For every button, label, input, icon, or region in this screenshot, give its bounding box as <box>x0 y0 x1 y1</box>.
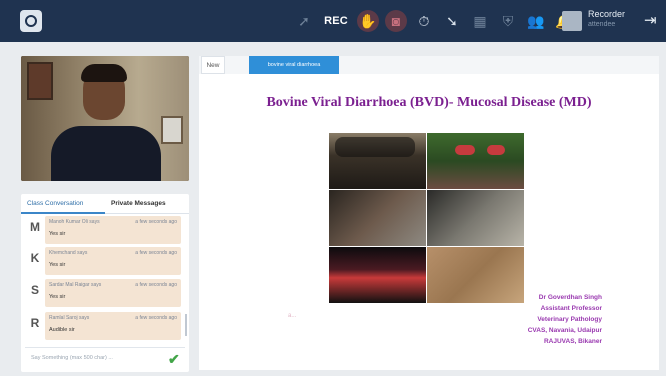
sender-initial: M <box>30 220 40 234</box>
message-time: a few seconds ago <box>135 315 177 321</box>
hand-icon[interactable]: ✋ <box>357 10 379 32</box>
slide-photo <box>329 190 426 246</box>
sender-name: Khemchand says <box>49 250 88 256</box>
credit-line: RAJUVAS, Bikaner <box>543 338 602 345</box>
grid-icon[interactable]: ▦ <box>469 10 491 32</box>
exit-icon[interactable]: ⇥ <box>644 12 660 30</box>
chat-scrollbar[interactable] <box>185 314 187 336</box>
chat-input-placeholder: Say Something (max 500 char) ... <box>31 355 113 361</box>
presenter-hair <box>81 64 127 82</box>
sender-initial: S <box>30 283 39 297</box>
sender-initial: K <box>30 251 40 265</box>
message-text: Yes sir <box>49 231 66 237</box>
chat-message: R Ramlal Saroj says a few seconds ago Au… <box>25 312 183 342</box>
shield-icon[interactable]: ⛨ <box>497 10 519 32</box>
credit-line: Assistant Professor <box>540 305 602 312</box>
video-wall-frame <box>27 62 53 100</box>
slide-photo <box>329 247 426 303</box>
presentation-tabs: New bovine viral diarrhoea <box>199 56 659 74</box>
message-bubble: Sardar Mal Raigar says a few seconds ago… <box>45 279 181 307</box>
message-text: Audible sir <box>49 327 75 333</box>
presentation-slide: Bovine Viral Diarrhoea (BVD)- Mucosal Di… <box>199 74 659 370</box>
presenter-body <box>51 126 161 181</box>
chat-message: S Sardar Mal Raigar says a few seconds a… <box>25 279 183 309</box>
tab-bovine-viral-diarrhoea[interactable]: bovine viral diarrhoea <box>249 56 339 74</box>
tab-new[interactable]: New <box>201 56 225 74</box>
photo-detail <box>335 137 415 157</box>
session-toolbar: ➚ REC ✋ ◙ ⏱ ➘ ▦ ⛨ 👥 🔔 <box>293 9 581 33</box>
laser-pointer-mark: a... <box>288 313 297 319</box>
send-check-icon[interactable]: ✔ <box>168 352 182 366</box>
chat-input[interactable]: Say Something (max 500 char) ... ✔ <box>25 347 185 369</box>
active-tab-indicator <box>21 212 105 214</box>
slide-photo <box>329 133 426 189</box>
credit-line: Veterinary Pathology <box>537 316 602 323</box>
chat-tabs: Class Conversation Private Messages <box>21 194 189 214</box>
credit-line: CVAS, Navania, Udaipur <box>527 327 602 334</box>
photo-lesion <box>487 145 505 155</box>
slide-photo <box>427 133 524 189</box>
credit-line: Dr Goverdhan Singh <box>538 294 602 301</box>
arrow-icon[interactable]: ➚ <box>293 10 315 32</box>
video-wall-frame <box>161 116 183 144</box>
message-text: Yes sir <box>49 294 66 300</box>
message-bubble: Manoh Kumar Oli says a few seconds ago Y… <box>45 216 181 244</box>
tab-class-conversation[interactable]: Class Conversation <box>27 200 83 207</box>
message-bubble: Ramlal Saroj says a few seconds ago Audi… <box>45 312 181 340</box>
slide-photo <box>427 190 524 246</box>
chat-message: K Khemchand says a few seconds ago Yes s… <box>25 247 183 277</box>
message-time: a few seconds ago <box>135 250 177 256</box>
sender-name: Sardar Mal Raigar says <box>49 282 102 288</box>
slide-credit: Dr Goverdhan Singh Assistant Professor V… <box>528 292 602 347</box>
timer-icon[interactable]: ⏱ <box>413 10 435 32</box>
slide-photo-grid <box>329 133 524 303</box>
message-bubble: Khemchand says a few seconds ago Yes sir <box>45 247 181 275</box>
webcam-video <box>21 56 189 181</box>
sender-name: Ramlal Saroj says <box>49 315 90 321</box>
tab-private-messages[interactable]: Private Messages <box>111 200 166 207</box>
top-bar: ➚ REC ✋ ◙ ⏱ ➘ ▦ ⛨ 👥 🔔 Recorder attendee … <box>0 0 666 42</box>
message-text: Yes sir <box>49 262 66 268</box>
sender-name: Manoh Kumar Oli says <box>49 219 100 225</box>
pointer-icon[interactable]: ➘ <box>441 10 463 32</box>
logo-icon <box>25 15 37 27</box>
slide-title: Bovine Viral Diarrhoea (BVD)- Mucosal Di… <box>266 95 592 110</box>
rec-button[interactable]: REC <box>321 10 351 32</box>
user-role: attendee <box>588 21 616 28</box>
message-time: a few seconds ago <box>135 282 177 288</box>
slide-photo <box>427 247 524 303</box>
chat-panel: Class Conversation Private Messages M Ma… <box>21 194 189 372</box>
users-icon[interactable]: 👥 <box>525 10 547 32</box>
sender-initial: R <box>30 316 40 330</box>
photo-lesion <box>455 145 475 155</box>
camera-off-icon[interactable]: ◙ <box>385 10 407 32</box>
user-name: Recorder <box>588 9 626 19</box>
message-time: a few seconds ago <box>135 219 177 225</box>
chat-message: M Manoh Kumar Oli says a few seconds ago… <box>25 216 183 246</box>
app-logo[interactable] <box>20 10 42 32</box>
avatar <box>562 11 582 31</box>
